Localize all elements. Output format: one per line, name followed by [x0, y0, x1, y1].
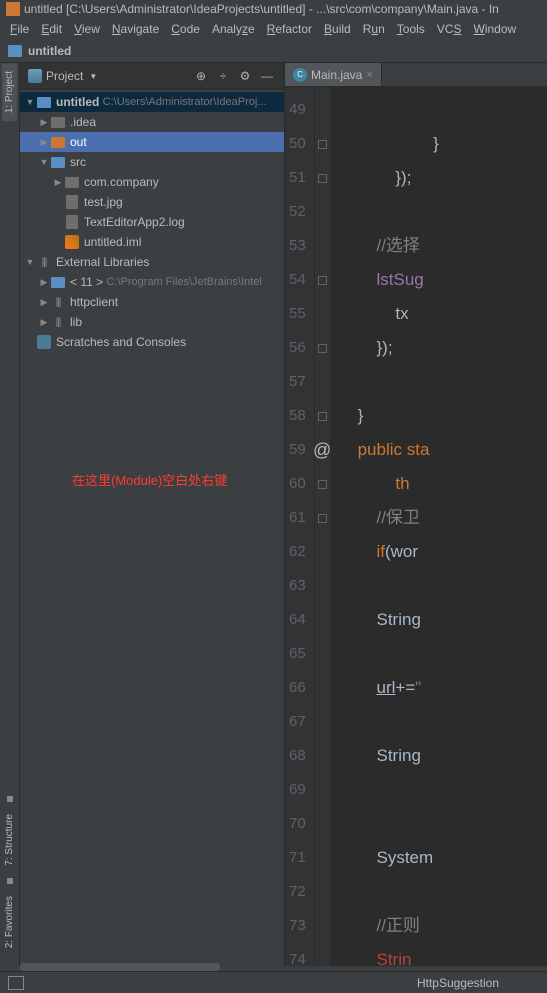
- locate-button[interactable]: ⊕: [192, 67, 210, 85]
- nav-project-name[interactable]: untitled: [28, 44, 71, 58]
- menu-run[interactable]: Run: [357, 20, 391, 38]
- collapse-button[interactable]: ÷: [214, 67, 232, 85]
- window-title: untitled [C:\Users\Administrator\IdeaPro…: [24, 2, 499, 16]
- tree-src[interactable]: src: [20, 152, 284, 172]
- menu-analyze[interactable]: Analyze: [206, 20, 261, 38]
- tree-lib[interactable]: lib: [20, 312, 284, 332]
- structure-icon: [7, 796, 13, 802]
- annotation-overlay: 在这里(Module)空白处右键: [72, 470, 227, 489]
- tree-texteditor[interactable]: TextEditorApp2.log: [20, 212, 284, 232]
- settings-button[interactable]: ⚙: [236, 67, 254, 85]
- menu-view[interactable]: View: [68, 20, 106, 38]
- tree-jdk[interactable]: < 11 > C:\Program Files\JetBrains\Intel: [20, 272, 284, 292]
- project-tree[interactable]: untitled C:\Users\Administrator\IdeaProj…: [20, 90, 284, 966]
- menu-file[interactable]: File: [4, 20, 35, 38]
- hide-button[interactable]: —: [258, 67, 276, 85]
- menu-navigate[interactable]: Navigate: [106, 20, 165, 38]
- line-numbers: 4950515253545556575859606162636465666768…: [285, 87, 315, 966]
- tree-root[interactable]: untitled C:\Users\Administrator\IdeaProj…: [20, 92, 284, 112]
- close-icon[interactable]: ×: [366, 69, 372, 81]
- project-panel: Project ▼ ⊕ ÷ ⚙ — untitled C:\Users\Admi…: [20, 63, 285, 966]
- folder-icon: [8, 45, 22, 57]
- editor-tab-main[interactable]: C Main.java ×: [285, 63, 382, 86]
- code-area[interactable]: 4950515253545556575859606162636465666768…: [285, 87, 547, 966]
- tree-httpclient[interactable]: httpclient: [20, 292, 284, 312]
- tree-scratches[interactable]: Scratches and Consoles: [20, 332, 284, 352]
- project-view-selector[interactable]: Project ▼: [28, 69, 97, 83]
- editor-area: C Main.java × 49505152535455565758596061…: [285, 63, 547, 966]
- left-tool-gutter: 1: Project 7: Structure 2: Favorites: [0, 63, 20, 966]
- tool-tab-structure[interactable]: 7: Structure: [2, 806, 17, 874]
- tree-out[interactable]: out: [20, 132, 284, 152]
- menu-tools[interactable]: Tools: [391, 20, 431, 38]
- editor-tabs: C Main.java ×: [285, 63, 547, 87]
- tool-window-toggle[interactable]: [8, 976, 24, 990]
- java-class-icon: C: [293, 68, 307, 82]
- panel-title: Project: [46, 69, 83, 83]
- tab-label: Main.java: [311, 68, 362, 82]
- navigation-bar: untitled: [0, 40, 547, 63]
- tree-company[interactable]: com.company: [20, 172, 284, 192]
- app-icon: [6, 2, 20, 16]
- menu-bar: File Edit View Navigate Code Analyze Ref…: [0, 18, 547, 40]
- breadcrumb[interactable]: HttpSuggestion: [417, 976, 499, 990]
- library-icon: [50, 315, 66, 329]
- tree-testjpg[interactable]: test.jpg: [20, 192, 284, 212]
- project-icon: [28, 69, 42, 83]
- library-icon: [50, 295, 66, 309]
- tree-external-libs[interactable]: External Libraries: [20, 252, 284, 272]
- tree-root-path: C:\Users\Administrator\IdeaProj...: [103, 96, 267, 108]
- tree-idea[interactable]: .idea: [20, 112, 284, 132]
- favorites-icon: [7, 878, 13, 884]
- project-panel-header: Project ▼ ⊕ ÷ ⚙ —: [20, 63, 284, 90]
- title-bar: untitled [C:\Users\Administrator\IdeaPro…: [0, 0, 547, 18]
- tree-iml[interactable]: untitled.iml: [20, 232, 284, 252]
- tool-tab-favorites[interactable]: 2: Favorites: [2, 888, 17, 956]
- tree-root-name: untitled: [56, 95, 99, 109]
- menu-build[interactable]: Build: [318, 20, 357, 38]
- status-bar: HttpSuggestion: [0, 971, 547, 993]
- menu-window[interactable]: Window: [467, 20, 522, 38]
- library-icon: [36, 255, 52, 269]
- horizontal-scrollbar[interactable]: [20, 963, 220, 971]
- menu-edit[interactable]: Edit: [35, 20, 68, 38]
- menu-vcs[interactable]: VCS: [431, 20, 468, 38]
- menu-code[interactable]: Code: [165, 20, 206, 38]
- code-text[interactable]: } }); //选择 lstSug tx }); } public sta th…: [331, 87, 547, 966]
- tool-tab-project[interactable]: 1: Project: [2, 63, 17, 121]
- chevron-down-icon: ▼: [89, 72, 97, 81]
- gutter-marks[interactable]: @: [315, 87, 331, 966]
- menu-refactor[interactable]: Refactor: [261, 20, 318, 38]
